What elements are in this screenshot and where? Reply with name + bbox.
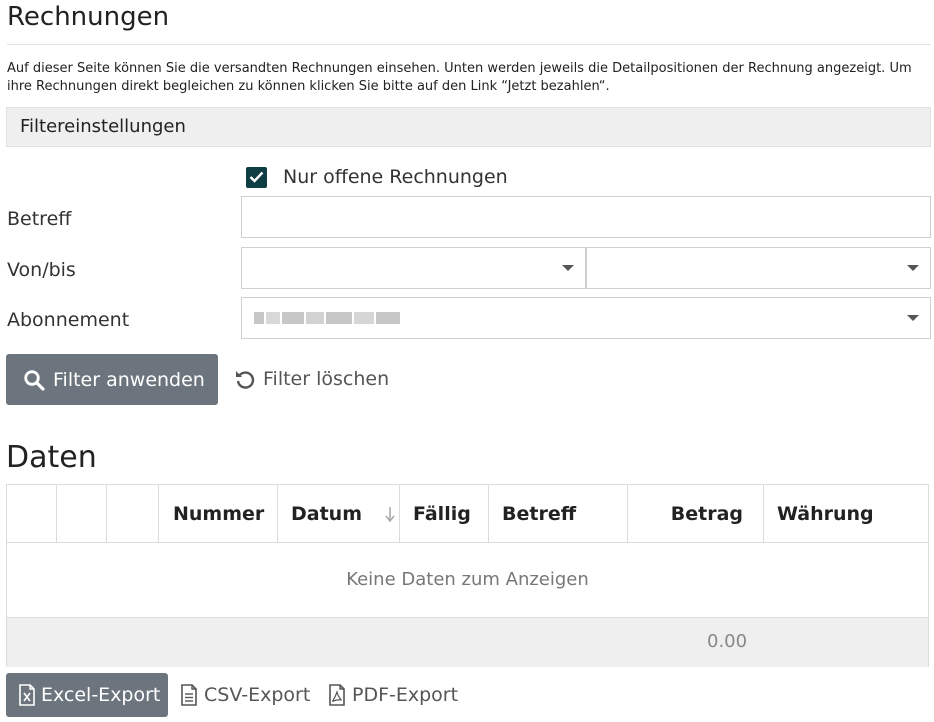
csv-export-label: CSV-Export	[204, 684, 311, 706]
column-header-due[interactable]: Fällig	[400, 485, 489, 542]
column-header-date[interactable]: Datum	[278, 485, 400, 542]
excel-export-button[interactable]: Excel-Export	[6, 673, 168, 717]
search-icon	[24, 369, 45, 391]
column-header-subject[interactable]: Betreff	[489, 485, 628, 542]
clear-filter-button[interactable]: Filter löschen	[233, 364, 389, 394]
subject-label: Betreff	[7, 208, 72, 230]
subscription-label: Abonnement	[7, 309, 130, 331]
column-header-amount-label: Betrag	[670, 502, 743, 525]
text-file-icon	[181, 684, 197, 706]
redacted-subscription-value	[254, 312, 414, 324]
subscription-select[interactable]	[241, 297, 931, 339]
subject-input[interactable]	[241, 196, 931, 238]
from-date-select[interactable]	[241, 247, 586, 289]
csv-export-button[interactable]: CSV-Export	[180, 673, 310, 717]
invoice-grid: Nummer Datum Fällig Betreff Betrag Währu…	[6, 484, 929, 667]
empty-grid-message: Keine Daten zum Anzeigen	[346, 569, 589, 590]
apply-filter-label: Filter anwenden	[53, 368, 205, 391]
column-header-due-label: Fällig	[413, 502, 471, 525]
only-open-checkbox[interactable]	[246, 166, 267, 188]
chevron-down-icon	[907, 265, 919, 271]
sort-descending-icon	[385, 506, 395, 522]
to-date-select[interactable]	[586, 247, 931, 289]
column-header-number-label: Nummer	[173, 502, 265, 525]
column-header-amount[interactable]: Betrag	[628, 485, 764, 542]
excel-file-icon	[19, 684, 35, 706]
pdf-file-icon	[329, 684, 345, 706]
column-header-number[interactable]: Nummer	[159, 485, 278, 542]
excel-export-label: Excel-Export	[41, 684, 161, 706]
column-header-currency-label: Währung	[777, 502, 874, 525]
only-open-label: Nur offene Rechnungen	[283, 166, 508, 188]
page-intro: Auf dieser Seite können Sie die versandt…	[7, 61, 912, 94]
grid-summary-row: 0.00	[7, 617, 928, 667]
column-header-select[interactable]	[7, 485, 57, 542]
pdf-export-label: PDF-Export	[352, 684, 459, 706]
only-open-toggle[interactable]: Nur offene Rechnungen	[246, 165, 508, 189]
range-label: Von/bis	[7, 259, 76, 281]
chevron-down-icon	[562, 265, 574, 271]
total-amount: 0.00	[707, 631, 748, 652]
apply-filter-button[interactable]: Filter anwenden	[6, 354, 218, 405]
grid-header: Nummer Datum Fällig Betreff Betrag Währu…	[7, 485, 928, 543]
column-header-date-label: Datum	[291, 502, 362, 525]
column-header-currency[interactable]: Währung	[764, 485, 928, 542]
chevron-down-icon	[907, 315, 919, 321]
data-section-title: Daten	[6, 440, 97, 475]
column-header-pay[interactable]	[107, 485, 159, 542]
filter-panel-header: Filtereinstellungen	[6, 107, 931, 147]
check-icon	[249, 171, 264, 183]
page-title: Rechnungen	[7, 2, 170, 32]
column-header-detail[interactable]	[57, 485, 107, 542]
clear-filter-label: Filter löschen	[263, 368, 390, 390]
column-header-subject-label: Betreff	[502, 502, 577, 525]
title-divider	[7, 44, 931, 45]
undo-icon	[236, 371, 255, 389]
filter-header-label: Filtereinstellungen	[20, 116, 186, 137]
pdf-export-button[interactable]: PDF-Export	[328, 673, 458, 717]
